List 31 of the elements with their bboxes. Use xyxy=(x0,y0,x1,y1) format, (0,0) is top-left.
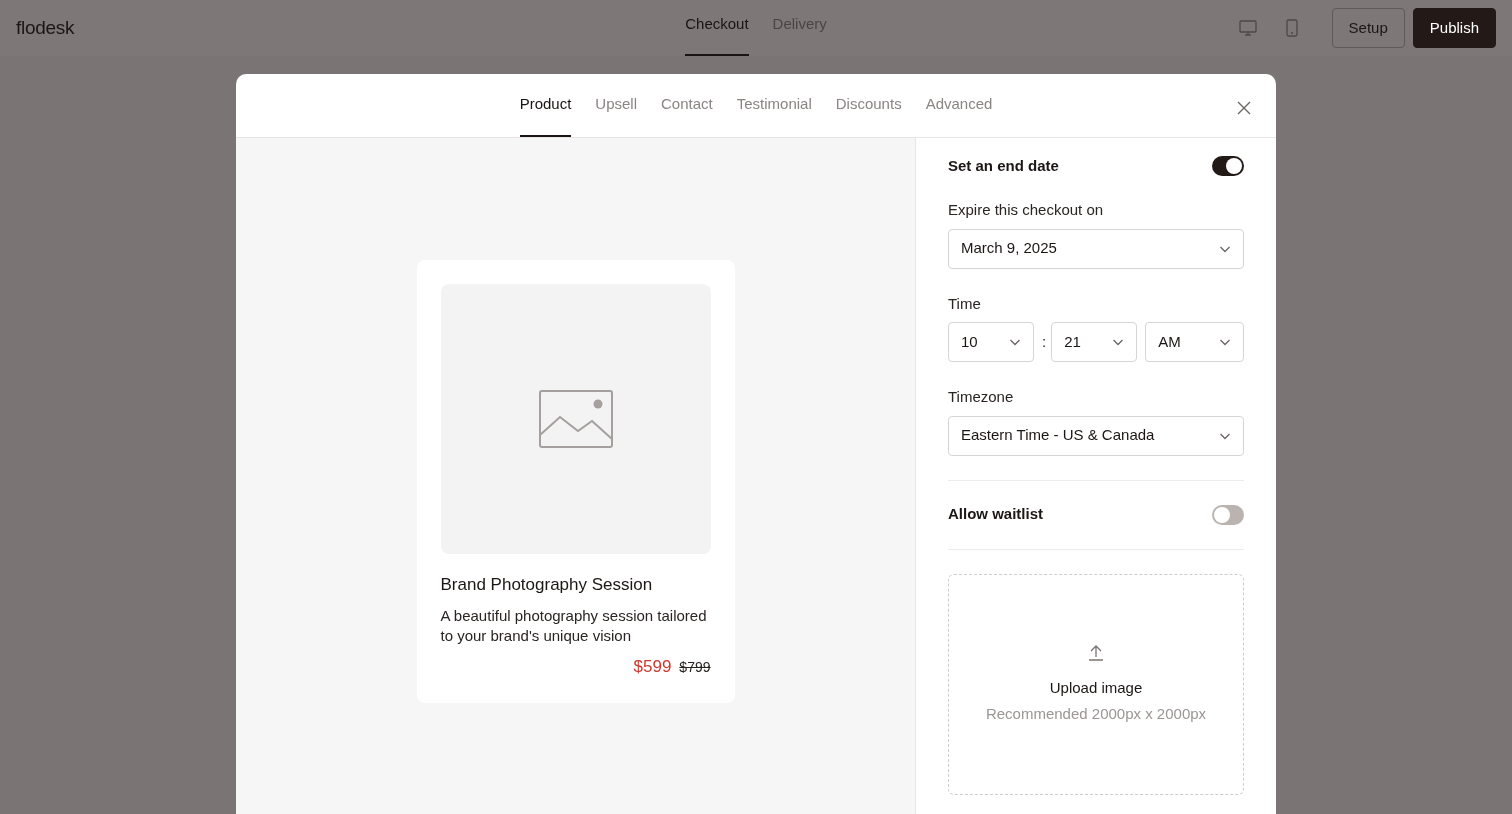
tab[interactable]: Upsell xyxy=(595,74,638,137)
image-icon xyxy=(537,389,614,449)
minute-select[interactable]: 21 xyxy=(1051,322,1138,362)
setting-label: Allow waitlist xyxy=(948,504,1043,525)
hour-select[interactable]: 10 xyxy=(948,322,1034,362)
nav-tab[interactable]: Checkout xyxy=(685,0,749,56)
product-description: A beautiful photography session tailored to your brand's unique vision xyxy=(440,605,708,646)
waitlist-toggle[interactable] xyxy=(1212,504,1244,525)
sale-price: $599 xyxy=(633,655,672,678)
upload-hint: Recommended 2000px x 2000px xyxy=(985,704,1207,724)
time-separator: : xyxy=(1042,331,1047,352)
timezone-select[interactable]: Eastern Time - US & Canada xyxy=(948,415,1244,456)
end-date-toggle[interactable] xyxy=(1212,156,1244,176)
tab[interactable]: Contact xyxy=(661,74,713,137)
setting-label: Set an end date xyxy=(948,155,1059,176)
field-label: Timezone xyxy=(948,387,1015,407)
upload-dropzone[interactable]: Upload image Recommended 2000px x 2000px xyxy=(948,573,1244,795)
tab[interactable]: Advanced xyxy=(925,74,993,137)
publish-button[interactable]: Publish xyxy=(1412,8,1496,48)
logo[interactable]: flodesk xyxy=(16,13,75,43)
upload-label: Upload image xyxy=(1049,677,1143,698)
original-price: $799 xyxy=(679,657,711,677)
period-select[interactable]: AM xyxy=(1145,322,1244,362)
date-select[interactable]: March 9, 2025 xyxy=(948,228,1244,269)
tab[interactable]: Testimonial xyxy=(736,74,812,137)
field-label: Expire this checkout on xyxy=(948,200,1105,220)
desktop-icon[interactable] xyxy=(1237,18,1258,38)
setup-button[interactable]: Setup xyxy=(1331,8,1405,48)
field-label: Time xyxy=(948,293,982,314)
tab[interactable]: Discounts xyxy=(835,74,902,137)
product-title: Brand Photography Session xyxy=(440,574,654,596)
